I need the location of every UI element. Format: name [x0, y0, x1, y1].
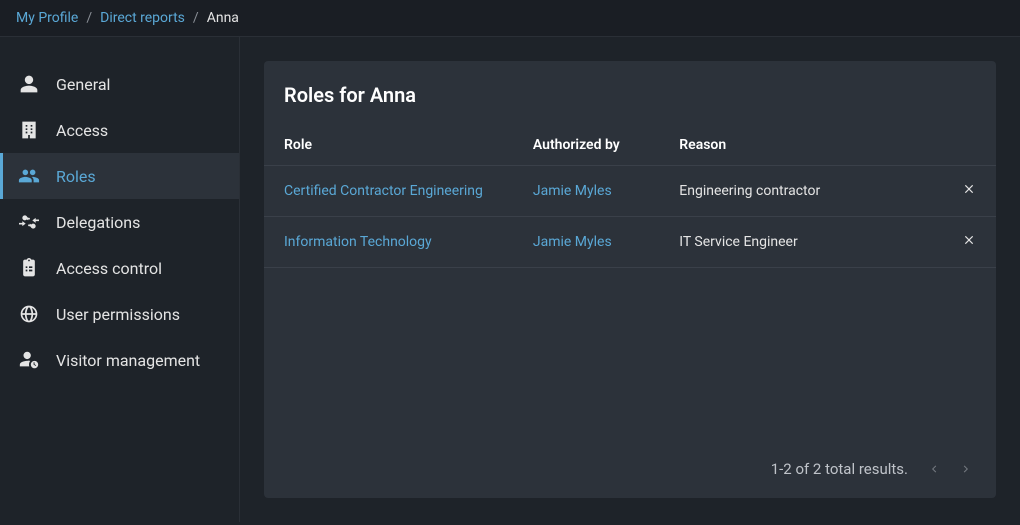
prev-page-button[interactable] — [928, 463, 940, 475]
breadcrumb-link-my-profile[interactable]: My Profile — [16, 10, 78, 26]
sidebar-item-roles[interactable]: Roles — [0, 153, 239, 199]
role-link[interactable]: Certified Contractor Engineering — [264, 166, 513, 217]
main-content: Roles for Anna Role Authorized by Reason… — [240, 37, 1020, 522]
sidebar-item-user-permissions[interactable]: User permissions — [0, 291, 239, 337]
globe-icon — [18, 303, 40, 325]
authorized-by-link[interactable]: Jamie Myles — [513, 217, 659, 268]
table-footer: 1-2 of 2 total results. — [264, 444, 996, 498]
sidebar-item-label: Roles — [56, 167, 96, 186]
remove-role-button[interactable] — [962, 233, 976, 247]
remove-role-button[interactable] — [962, 182, 976, 196]
clipboard-icon — [18, 257, 40, 279]
roles-panel: Roles for Anna Role Authorized by Reason… — [264, 61, 996, 498]
sidebar-item-label: Delegations — [56, 213, 140, 232]
table-row: Information Technology Jamie Myles IT Se… — [264, 217, 996, 268]
next-page-button[interactable] — [960, 463, 972, 475]
sidebar-item-label: Visitor management — [56, 351, 200, 370]
building-icon — [18, 119, 40, 141]
roles-table: Role Authorized by Reason Certified Cont… — [264, 125, 996, 268]
sidebar-item-general[interactable]: General — [0, 61, 239, 107]
breadcrumb: My Profile / Direct reports / Anna — [0, 0, 1020, 37]
user-clock-icon — [18, 349, 40, 371]
reason-cell: Engineering contractor — [659, 166, 942, 217]
sidebar-item-visitor-management[interactable]: Visitor management — [0, 337, 239, 383]
authorized-by-link[interactable]: Jamie Myles — [513, 166, 659, 217]
column-header-authorized-by: Authorized by — [513, 125, 659, 166]
column-header-reason: Reason — [659, 125, 942, 166]
sidebar-item-access[interactable]: Access — [0, 107, 239, 153]
exchange-icon — [18, 211, 40, 233]
results-count: 1-2 of 2 total results. — [771, 460, 908, 478]
breadcrumb-link-direct-reports[interactable]: Direct reports — [100, 10, 185, 26]
breadcrumb-separator: / — [86, 10, 92, 26]
role-link[interactable]: Information Technology — [264, 217, 513, 268]
reason-cell: IT Service Engineer — [659, 217, 942, 268]
table-row: Certified Contractor Engineering Jamie M… — [264, 166, 996, 217]
panel-title: Roles for Anna — [264, 61, 996, 125]
sidebar-item-label: Access control — [56, 259, 162, 278]
sidebar-item-label: General — [56, 75, 110, 94]
users-icon — [18, 165, 40, 187]
column-header-role: Role — [264, 125, 513, 166]
sidebar: General Access Roles Delegations Access — [0, 37, 240, 522]
breadcrumb-current: Anna — [207, 10, 239, 26]
user-icon — [18, 73, 40, 95]
sidebar-item-label: Access — [56, 121, 108, 140]
sidebar-item-access-control[interactable]: Access control — [0, 245, 239, 291]
sidebar-item-delegations[interactable]: Delegations — [0, 199, 239, 245]
breadcrumb-separator: / — [193, 10, 199, 26]
sidebar-item-label: User permissions — [56, 305, 180, 324]
